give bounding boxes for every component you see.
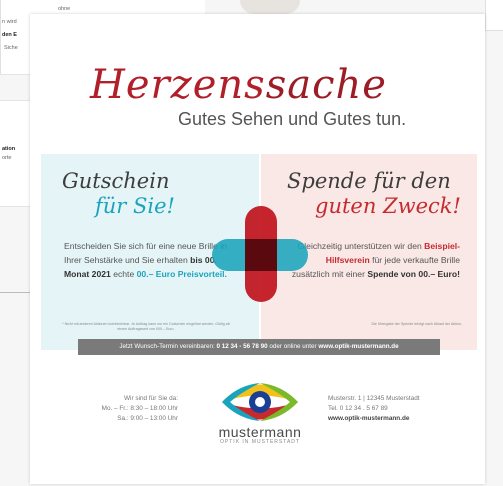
donation-amount: Spende von 00.– Euro! — [367, 268, 460, 279]
eye-logo-icon — [222, 383, 298, 421]
background-sidebar-card — [0, 100, 30, 207]
flyer: Herzenssache Gutes Sehen und Gutes tun. … — [30, 14, 485, 484]
donation-text: Gleichzeitig unterstützen wir den Beispi… — [290, 240, 460, 281]
address-phone: Tel. 0 12 34 . 5 67 89 — [328, 405, 388, 412]
background-text: n wird — [2, 19, 17, 25]
background-text: Siche — [4, 45, 18, 51]
donation-heading: Spende für den — [287, 169, 451, 193]
voucher-text-mid: echte — [110, 268, 137, 279]
address-url[interactable]: www.optik-mustermann.de — [328, 414, 468, 424]
donation-footnote: Die Übergabe der Spende erfolgt nach Abl… — [371, 322, 462, 326]
background-text: ation — [2, 146, 16, 152]
flyer-title-part2: sache — [265, 62, 387, 108]
background-text: ohne — [58, 6, 71, 12]
voucher-text: Entscheiden Sie sich für eine neue Brill… — [64, 240, 234, 281]
hours-saturday: Sa.: 9:00 – 13:00 Uhr — [117, 415, 178, 422]
hours-weekdays: Mo. – Fr.: 8:30 – 18:00 Uhr — [101, 405, 178, 412]
voucher-heading: Gutschein — [62, 169, 170, 193]
background-card — [485, 0, 503, 31]
background-divider — [0, 0, 1, 74]
voucher-footnote: * Nicht mit anderen Aktionen kombinierba… — [62, 322, 230, 332]
logo-subline: OPTIK IN MUSTERSTADT — [220, 439, 300, 445]
hours-heading: Wir sind für Sie da: — [124, 395, 178, 402]
flyer-subtitle: Gutes Sehen und Gutes tun. — [178, 109, 407, 129]
booking-url: www.optik-mustermann.de — [318, 343, 399, 350]
address-street: Musterstr. 1 | 12345 Musterstadt — [328, 395, 420, 402]
booking-phone: 0 12 34 - 56 78 90 — [216, 343, 268, 350]
donation-heading-accent: guten Zweck! — [315, 194, 461, 218]
heart-cross-icon — [212, 206, 308, 302]
flyer-title: Herzenssache — [90, 62, 387, 108]
booking-middle: oder online unter — [267, 343, 319, 350]
donation-text-intro: Gleichzeitig unterstützen wir den — [297, 241, 425, 251]
booking-banner: Jetzt Wunsch-Termin vereinbaren: 0 12 34… — [78, 339, 440, 355]
store-address: Musterstr. 1 | 12345 Musterstadt Tel. 0 … — [328, 394, 468, 424]
logo-wordmark: mustermann — [218, 424, 302, 440]
flyer-title-part1: Herzens — [90, 62, 266, 108]
background-text: den E — [2, 32, 17, 38]
background-text: orte — [2, 155, 12, 161]
booking-prefix: Jetzt Wunsch-Termin vereinbaren: — [119, 343, 217, 350]
voucher-heading-accent: für Sie! — [95, 194, 175, 218]
opening-hours: Wir sind für Sie da: Mo. – Fr.: 8:30 – 1… — [70, 394, 178, 424]
background-photo — [240, 0, 300, 14]
